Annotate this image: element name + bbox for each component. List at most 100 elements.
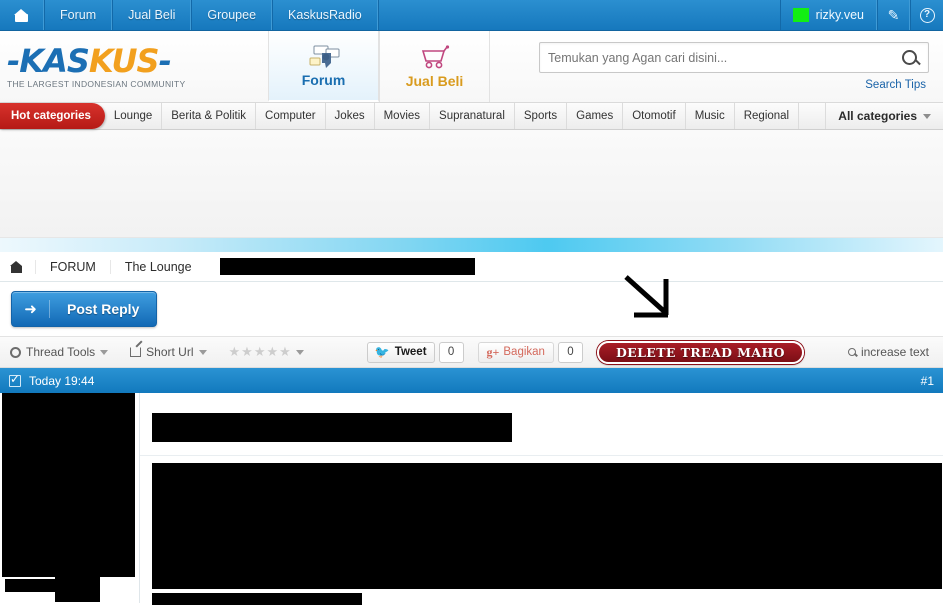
logo-dash-right: -: [158, 41, 172, 80]
category-music[interactable]: Music: [686, 103, 735, 129]
twitter-share-group: 🐦 Tweet 0: [366, 341, 464, 363]
magnifier-icon: [847, 348, 856, 356]
user-menu[interactable]: rizky.veu: [779, 0, 877, 30]
tab-jual-beli[interactable]: Jual Beli: [379, 31, 490, 102]
topbar-item-kaskusradio[interactable]: KaskusRadio: [272, 0, 378, 30]
post-header-bar: Today 19:44 #1: [0, 368, 943, 393]
question-mark-icon: ?: [919, 7, 935, 23]
star-icon: ★: [266, 344, 279, 359]
search-box[interactable]: [539, 42, 929, 73]
breadcrumb-home-icon[interactable]: [10, 260, 23, 273]
logo-wordmark: -KASKUS-: [7, 45, 268, 77]
all-categories-dropdown[interactable]: All categories: [825, 103, 943, 129]
topbar-item-groupee[interactable]: Groupee: [191, 0, 273, 30]
logo-tagline: THE LARGEST INDONESIAN COMMUNITY: [7, 78, 186, 89]
top-navigation-bar: Forum Jual Beli Groupee KaskusRadio rizk…: [0, 0, 943, 31]
post-reply-row: ➜ Post Reply: [0, 275, 943, 336]
category-sports[interactable]: Sports: [515, 103, 568, 129]
help-button[interactable]: ?: [910, 0, 943, 30]
star-icon: ★: [241, 344, 253, 359]
increase-text-button[interactable]: increase text: [847, 345, 929, 359]
topbar-item-jual-beli[interactable]: Jual Beli: [112, 0, 192, 30]
tab-forum-label: Forum: [301, 71, 346, 88]
google-plus-share-group: g+ Bagikan 0: [477, 341, 583, 363]
category-computer[interactable]: Computer: [256, 103, 326, 129]
google-plus-count: 0: [557, 341, 583, 363]
topbar-item-label: Groupee: [207, 8, 257, 22]
tweet-count: 0: [438, 341, 464, 363]
shopping-cart-icon: [416, 44, 454, 71]
site-header: -KASKUS- THE LARGEST INDONESIAN COMMUNIT…: [0, 31, 943, 103]
category-supranatural[interactable]: Supranatural: [430, 103, 515, 129]
content-divider: [140, 455, 943, 456]
topbar-item-label: KaskusRadio: [288, 8, 362, 22]
category-games[interactable]: Games: [567, 103, 624, 129]
chevron-down-icon: [198, 349, 207, 355]
star-icon: ★: [253, 344, 266, 359]
search-input[interactable]: [548, 50, 902, 65]
short-url-menu[interactable]: Short Url: [130, 345, 228, 359]
chevron-down-icon: [295, 349, 304, 355]
avatar-redacted: [2, 393, 135, 577]
thread-tools-menu[interactable]: Thread Tools: [10, 345, 130, 359]
short-url-label: Short Url: [146, 345, 194, 359]
diagonal-arrow-down-right-icon: [620, 273, 682, 323]
post-title-redacted: [152, 413, 512, 442]
logo-kus: KUS: [88, 41, 160, 80]
star-icon: ★: [228, 344, 241, 359]
tab-forum[interactable]: Forum: [268, 31, 379, 102]
toolbar-right-group: 🐦 Tweet 0 g+ Bagikan 0 DELETE TREAD MAHO…: [366, 340, 933, 364]
increase-text-label: increase text: [860, 345, 929, 359]
breadcrumb-item-the-lounge[interactable]: The Lounge: [109, 259, 206, 274]
hot-categories-badge[interactable]: Hot categories: [0, 103, 105, 129]
search-area: Search Tips: [490, 31, 943, 102]
home-icon: [14, 8, 29, 22]
twitter-bird-icon: 🐦: [374, 345, 390, 359]
thread-rating[interactable]: ★ ★ ★ ★ ★: [229, 344, 312, 360]
breadcrumb-item-forum[interactable]: FORUM: [35, 259, 110, 274]
delete-thread-badge[interactable]: DELETE TREAD MAHO: [596, 340, 804, 364]
tweet-button[interactable]: 🐦 Tweet: [366, 341, 435, 363]
google-plus-icon: g+: [486, 344, 500, 359]
topbar-item-forum[interactable]: Forum: [44, 0, 113, 30]
post-reply-label: Post Reply: [67, 301, 140, 317]
post-number[interactable]: #1: [921, 374, 934, 388]
category-movies[interactable]: Movies: [375, 103, 431, 129]
google-plus-share-button[interactable]: g+ Bagikan: [477, 341, 554, 363]
site-logo[interactable]: -KASKUS- THE LARGEST INDONESIAN COMMUNIT…: [0, 31, 268, 102]
topbar-item-label: Forum: [60, 8, 97, 22]
search-tips-link[interactable]: Search Tips: [865, 79, 926, 91]
post-content-column: [140, 393, 943, 605]
header-tabs: Forum Jual Beli: [268, 31, 490, 102]
compose-button[interactable]: ✎: [877, 0, 910, 30]
post-reply-button[interactable]: ➜ Post Reply: [11, 291, 158, 327]
breadcrumb-item-thread-redacted: [219, 258, 475, 275]
forum-chat-icon: [305, 44, 343, 70]
chevron-down-icon: [100, 349, 109, 355]
author-name-redacted: [5, 579, 100, 592]
user-status-indicator: [792, 8, 809, 22]
topbar-home-button[interactable]: [0, 0, 44, 30]
google-plus-label: Bagikan: [503, 346, 545, 358]
category-regional[interactable]: Regional: [735, 103, 800, 129]
topbar-spacer: [377, 0, 780, 30]
reply-arrow-icon: ➜: [12, 300, 50, 318]
logo-kas: KAS: [19, 41, 90, 80]
category-jokes[interactable]: Jokes: [326, 103, 375, 129]
external-link-icon: [130, 347, 142, 357]
post-timestamp: Today 19:44: [29, 373, 95, 388]
advertisement-banner[interactable]: [0, 130, 943, 238]
all-categories-label: All categories: [838, 109, 917, 123]
tab-jual-beli-label: Jual Beli: [405, 72, 464, 89]
checkbox-icon[interactable]: [9, 372, 21, 387]
post-content-redacted: [152, 463, 942, 589]
category-otomotif[interactable]: Otomotif: [623, 103, 686, 129]
category-berita-politik[interactable]: Berita & Politik: [162, 103, 257, 129]
topbar-right-group: rizky.veu ✎ ?: [779, 0, 943, 30]
chevron-down-icon: [923, 113, 931, 119]
thread-toolbar: Thread Tools Short Url ★ ★ ★ ★ ★ 🐦 Tweet…: [0, 336, 943, 368]
decorative-blue-strip: [0, 238, 943, 252]
category-lounge[interactable]: Lounge: [105, 103, 163, 129]
search-icon[interactable]: [902, 50, 917, 65]
breadcrumb: FORUM The Lounge: [0, 252, 943, 282]
